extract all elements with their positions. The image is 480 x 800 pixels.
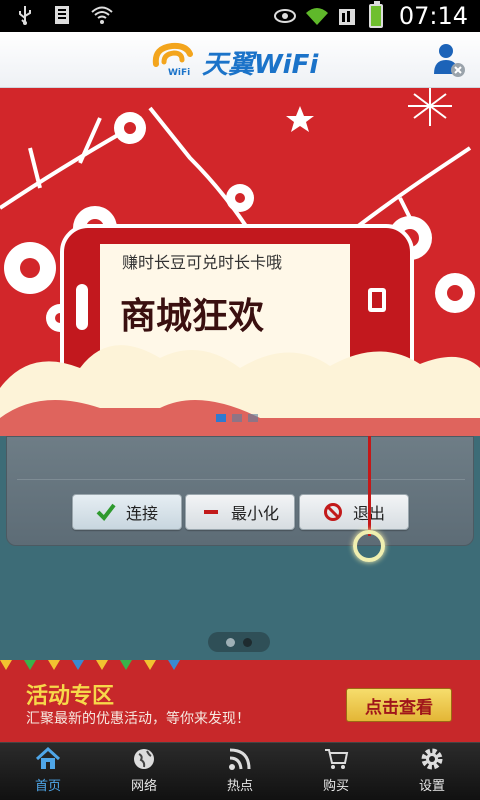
- pull-cord: [368, 436, 371, 536]
- pull-ring-handle[interactable]: [353, 530, 385, 562]
- wifi-question-icon: [90, 4, 113, 26]
- logo: WiFi 天翼WiFi: [150, 40, 330, 80]
- check-icon: [96, 503, 116, 522]
- bunting-decoration: [0, 660, 180, 670]
- bottom-tab-bar: 首页 网络 热点 购买 设置: [0, 742, 480, 800]
- connect-button[interactable]: 连接: [72, 494, 182, 530]
- page-indicator: [208, 632, 270, 652]
- tab-label: 热点: [226, 779, 253, 794]
- exit-button[interactable]: 退出: [299, 494, 409, 530]
- page-dot[interactable]: [226, 637, 235, 647]
- sim-icon: [52, 4, 74, 26]
- wifi-icon: [305, 5, 328, 27]
- app-header: WiFi 天翼WiFi: [0, 32, 480, 88]
- banner-dot[interactable]: [232, 414, 242, 422]
- activity-title: 活动专区: [26, 684, 115, 709]
- battery-icon: [368, 1, 383, 28]
- logo-text: 天翼WiFi: [202, 50, 319, 80]
- page-dot[interactable]: [243, 637, 252, 647]
- home-icon: [35, 746, 61, 769]
- connect-label: 连接: [125, 504, 158, 523]
- minimize-label: 最小化: [230, 504, 279, 523]
- activity-section: 活动专区 点击查看: [0, 660, 480, 742]
- tab-label: 网络: [130, 779, 157, 794]
- banner-dot[interactable]: [248, 414, 258, 422]
- tab-label: 设置: [418, 779, 445, 794]
- user-account-button[interactable]: [432, 42, 466, 78]
- tab-network[interactable]: 网络: [96, 743, 192, 800]
- usb-icon: [14, 4, 36, 26]
- status-bar: 07:14: [0, 0, 480, 32]
- banner-dot[interactable]: [216, 414, 226, 422]
- user-remove-icon: [434, 44, 465, 77]
- panel-divider: [17, 479, 465, 480]
- activity-description: 汇聚最新的优惠活动，等你来发现！: [26, 711, 250, 727]
- minus-icon: [203, 510, 218, 514]
- logo-sub: WiFi: [168, 68, 191, 78]
- banner-subtitle: 赚时长豆可兑时长卡哦: [122, 253, 282, 272]
- tab-home[interactable]: 首页: [0, 743, 96, 800]
- clock: 07:14: [398, 2, 468, 30]
- tab-buy[interactable]: 购买: [288, 743, 384, 800]
- promo-banner[interactable]: 赚时长豆可兑时长卡哦 商城狂欢: [0, 88, 480, 436]
- minimize-button[interactable]: 最小化: [185, 494, 295, 530]
- hotspot-icon: [229, 748, 251, 770]
- signal-icon: [337, 5, 359, 27]
- globe-icon: [134, 749, 154, 769]
- view-activity-button[interactable]: 点击查看: [346, 688, 452, 722]
- no-entry-icon: [323, 503, 342, 521]
- cart-icon: [325, 749, 349, 769]
- tab-hotspot[interactable]: 热点: [192, 743, 288, 800]
- eye-icon: [273, 5, 296, 27]
- banner-title: 商城狂欢: [120, 295, 264, 337]
- tab-label: 首页: [34, 779, 61, 794]
- banner-page-indicator: [216, 414, 258, 422]
- gear-icon: [421, 748, 443, 770]
- tab-label: 购买: [322, 779, 349, 794]
- tab-settings[interactable]: 设置: [384, 743, 480, 800]
